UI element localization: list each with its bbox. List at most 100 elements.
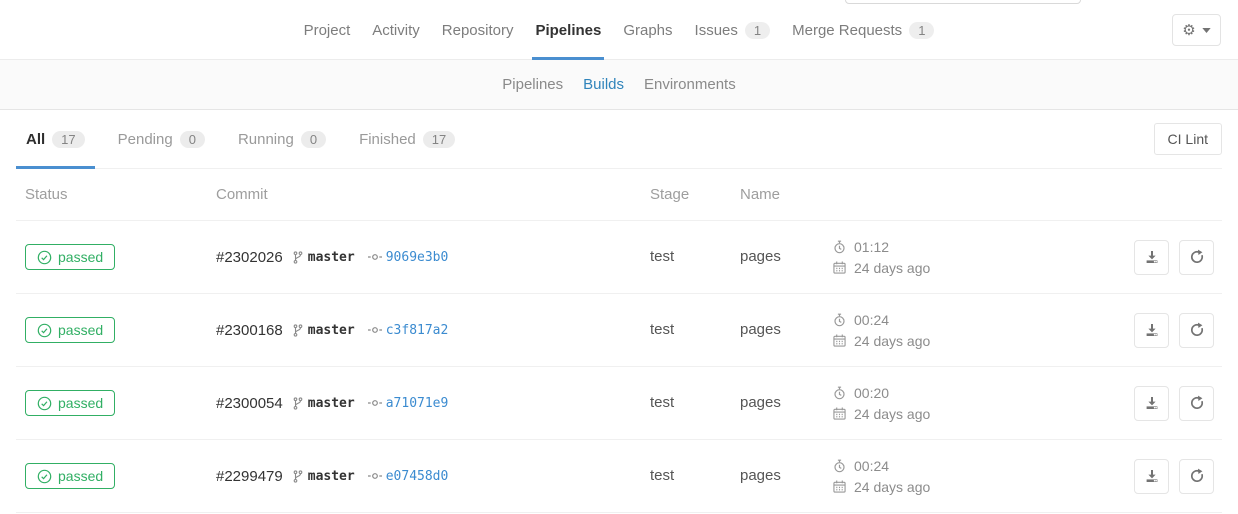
header-stage: Stage (650, 186, 740, 203)
build-duration: 00:24 (854, 312, 889, 328)
commit-sha-link[interactable]: c3f817a2 (386, 323, 449, 338)
tab-pending-count-badge: 0 (180, 131, 205, 148)
status-label: passed (58, 468, 103, 484)
builds-table-header: Status Commit Stage Name (16, 169, 1222, 221)
build-finished-at: 24 days ago (854, 406, 930, 422)
download-artifacts-button[interactable] (1134, 240, 1169, 275)
tab-finished[interactable]: Finished 17 (349, 110, 465, 168)
retry-build-button[interactable] (1179, 386, 1214, 421)
tab-all[interactable]: All 17 (16, 110, 95, 168)
branch-link[interactable]: master (308, 469, 355, 484)
subnav-item-environments[interactable]: Environments (644, 76, 736, 93)
header-commit: Commit (216, 186, 650, 203)
retry-icon (1189, 468, 1205, 484)
commit-icon (368, 325, 382, 335)
subnav-item-builds[interactable]: Builds (583, 76, 624, 93)
nav-item-issues[interactable]: Issues 1 (695, 0, 771, 60)
build-name-link[interactable]: pages (740, 321, 781, 338)
commit-sha-link[interactable]: a71071e9 (386, 396, 449, 411)
subnav-item-pipelines[interactable]: Pipelines (502, 76, 563, 93)
build-id-link[interactable]: #2299479 (216, 468, 283, 485)
tab-label: Running (238, 131, 294, 148)
build-finished-at: 24 days ago (854, 260, 930, 276)
retry-icon (1189, 395, 1205, 411)
tab-label: Finished (359, 131, 416, 148)
download-icon (1144, 395, 1160, 411)
build-duration: 00:20 (854, 385, 889, 401)
commit-sha-link[interactable]: 9069e3b0 (386, 250, 449, 265)
nav-item-pipelines[interactable]: Pipelines (535, 0, 601, 60)
branch-icon (293, 397, 303, 410)
build-id-link[interactable]: #2300054 (216, 395, 283, 412)
check-circle-icon (37, 323, 52, 338)
build-finished-at: 24 days ago (854, 479, 930, 495)
gear-icon: ⚙ (1182, 23, 1195, 38)
commit-sha-link[interactable]: e07458d0 (386, 469, 449, 484)
tab-all-count-badge: 17 (52, 131, 84, 148)
tab-label: All (26, 131, 45, 148)
branch-icon (293, 251, 303, 264)
check-circle-icon (37, 396, 52, 411)
status-badge[interactable]: passed (25, 317, 115, 343)
retry-icon (1189, 322, 1205, 338)
project-top-bar: Project Activity Repository Pipelines Gr… (0, 0, 1238, 60)
branch-icon (293, 470, 303, 483)
retry-build-button[interactable] (1179, 459, 1214, 494)
commit-icon (368, 471, 382, 481)
commit-icon (368, 398, 382, 408)
stage-label: test (650, 321, 674, 338)
stage-label: test (650, 394, 674, 411)
branch-link[interactable]: master (308, 396, 355, 411)
stage-label: test (650, 248, 674, 265)
calendar-icon (833, 334, 846, 347)
project-nav: Project Activity Repository Pipelines Gr… (0, 0, 1238, 60)
check-circle-icon (37, 469, 52, 484)
branch-link[interactable]: master (308, 250, 355, 265)
duration-icon (833, 459, 846, 473)
branch-link[interactable]: master (308, 323, 355, 338)
nav-item-merge-requests[interactable]: Merge Requests 1 (792, 0, 934, 60)
ci-lint-button[interactable]: CI Lint (1154, 123, 1222, 155)
duration-icon (833, 386, 846, 400)
project-settings-dropdown-button[interactable]: ⚙ (1172, 14, 1221, 46)
retry-build-button[interactable] (1179, 313, 1214, 348)
download-artifacts-button[interactable] (1134, 386, 1169, 421)
nav-item-graphs[interactable]: Graphs (623, 0, 672, 60)
build-name-link[interactable]: pages (740, 467, 781, 484)
download-icon (1144, 249, 1160, 265)
nav-item-project[interactable]: Project (304, 0, 351, 60)
download-artifacts-button[interactable] (1134, 459, 1169, 494)
build-name-link[interactable]: pages (740, 248, 781, 265)
nav-item-repository[interactable]: Repository (442, 0, 514, 60)
build-name-link[interactable]: pages (740, 394, 781, 411)
retry-build-button[interactable] (1179, 240, 1214, 275)
status-label: passed (58, 395, 103, 411)
commit-icon (368, 252, 382, 262)
check-circle-icon (37, 250, 52, 265)
calendar-icon (833, 261, 846, 274)
status-badge[interactable]: passed (25, 244, 115, 270)
retry-icon (1189, 249, 1205, 265)
duration-icon (833, 240, 846, 254)
build-row: passed #2299479 master e07458d0 test pag… (16, 440, 1222, 513)
build-row: passed #2300168 master c3f817a2 test pag… (16, 294, 1222, 367)
status-badge[interactable]: passed (25, 390, 115, 416)
calendar-icon (833, 480, 846, 493)
status-label: passed (58, 322, 103, 338)
caret-down-icon (1202, 28, 1211, 33)
builds-filter-tabs: All 17 Pending 0 Running 0 Finished 17 C… (16, 110, 1222, 169)
tab-pending[interactable]: Pending 0 (108, 110, 215, 168)
download-artifacts-button[interactable] (1134, 313, 1169, 348)
branch-icon (293, 324, 303, 337)
build-duration: 01:12 (854, 239, 889, 255)
build-id-link[interactable]: #2302026 (216, 249, 283, 266)
build-row: passed #2302026 master 9069e3b0 test pag… (16, 221, 1222, 294)
nav-item-label: Issues (695, 22, 738, 39)
status-badge[interactable]: passed (25, 463, 115, 489)
header-status: Status (16, 186, 216, 203)
build-id-link[interactable]: #2300168 (216, 322, 283, 339)
nav-item-activity[interactable]: Activity (372, 0, 420, 60)
tab-label: Pending (118, 131, 173, 148)
tab-running[interactable]: Running 0 (228, 110, 336, 168)
merge-requests-count-badge: 1 (909, 22, 934, 39)
